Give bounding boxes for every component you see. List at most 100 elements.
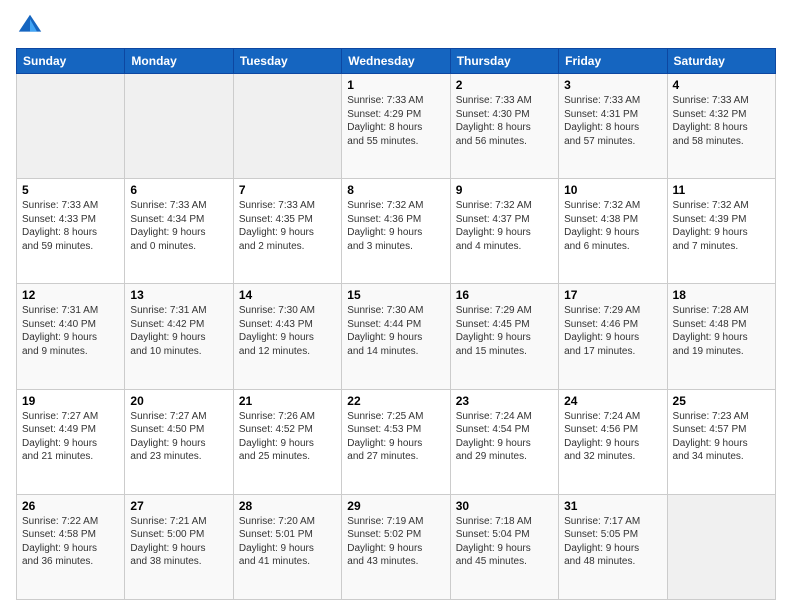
- day-info: Sunrise: 7:32 AM Sunset: 4:36 PM Dayligh…: [347, 199, 444, 253]
- day-number: 13: [130, 288, 227, 302]
- day-number: 17: [564, 288, 661, 302]
- day-info: Sunrise: 7:24 AM Sunset: 4:54 PM Dayligh…: [456, 410, 553, 464]
- header-row: SundayMondayTuesdayWednesdayThursdayFrid…: [17, 49, 776, 74]
- day-cell: 12 Sunrise: 7:31 AM Sunset: 4:40 PM Dayli…: [17, 284, 125, 389]
- calendar-header: SundayMondayTuesdayWednesdayThursdayFrid…: [17, 49, 776, 74]
- day-cell: 24 Sunrise: 7:24 AM Sunset: 4:56 PM Dayli…: [559, 389, 667, 494]
- day-number: 24: [564, 394, 661, 408]
- page: SundayMondayTuesdayWednesdayThursdayFrid…: [0, 0, 792, 612]
- day-info: Sunrise: 7:24 AM Sunset: 4:56 PM Dayligh…: [564, 410, 661, 464]
- day-cell: 8 Sunrise: 7:32 AM Sunset: 4:36 PM Daylig…: [342, 179, 450, 284]
- day-number: 22: [347, 394, 444, 408]
- day-cell: 26 Sunrise: 7:22 AM Sunset: 4:58 PM Dayli…: [17, 494, 125, 599]
- day-cell: 17 Sunrise: 7:29 AM Sunset: 4:46 PM Dayli…: [559, 284, 667, 389]
- day-number: 27: [130, 499, 227, 513]
- day-info: Sunrise: 7:19 AM Sunset: 5:02 PM Dayligh…: [347, 515, 444, 569]
- day-cell: 21Sunrise: 7:26 AM Sunset: 4:52 PM Dayli…: [233, 389, 341, 494]
- day-info: Sunrise: 7:23 AM Sunset: 4:57 PM Dayligh…: [673, 410, 770, 464]
- day-number: 12: [22, 288, 119, 302]
- day-number: 31: [564, 499, 661, 513]
- day-info: Sunrise: 7:32 AM Sunset: 4:39 PM Dayligh…: [673, 199, 770, 253]
- day-cell: 2 Sunrise: 7:33 AM Sunset: 4:30 PM Daylig…: [450, 74, 558, 179]
- day-cell: 16 Sunrise: 7:29 AM Sunset: 4:45 PM Dayli…: [450, 284, 558, 389]
- day-number: 11: [673, 183, 770, 197]
- header-cell-tuesday: Tuesday: [233, 49, 341, 74]
- header-cell-sunday: Sunday: [17, 49, 125, 74]
- day-info: Sunrise: 7:20 AM Sunset: 5:01 PM Dayligh…: [239, 515, 336, 569]
- day-number: 3: [564, 78, 661, 92]
- day-cell: 7Sunrise: 7:33 AM Sunset: 4:35 PM Daylig…: [233, 179, 341, 284]
- day-cell: 27 Sunrise: 7:21 AM Sunset: 5:00 PM Dayli…: [125, 494, 233, 599]
- header: [16, 12, 776, 40]
- day-cell: [125, 74, 233, 179]
- logo-icon: [16, 12, 44, 40]
- day-cell: 9Sunrise: 7:32 AM Sunset: 4:37 PM Daylig…: [450, 179, 558, 284]
- day-info: Sunrise: 7:33 AM Sunset: 4:30 PM Dayligh…: [456, 94, 553, 148]
- day-number: 7: [239, 183, 336, 197]
- day-cell: 23 Sunrise: 7:24 AM Sunset: 4:54 PM Dayli…: [450, 389, 558, 494]
- day-info: Sunrise: 7:33 AM Sunset: 4:34 PM Dayligh…: [130, 199, 227, 253]
- header-cell-saturday: Saturday: [667, 49, 775, 74]
- day-cell: [233, 74, 341, 179]
- day-info: Sunrise: 7:32 AM Sunset: 4:38 PM Dayligh…: [564, 199, 661, 253]
- day-info: Sunrise: 7:28 AM Sunset: 4:48 PM Dayligh…: [673, 304, 770, 358]
- day-number: 15: [347, 288, 444, 302]
- day-info: Sunrise: 7:18 AM Sunset: 5:04 PM Dayligh…: [456, 515, 553, 569]
- day-number: 2: [456, 78, 553, 92]
- day-cell: 22 Sunrise: 7:25 AM Sunset: 4:53 PM Dayli…: [342, 389, 450, 494]
- week-row-0: 1Sunrise: 7:33 AM Sunset: 4:29 PM Daylig…: [17, 74, 776, 179]
- day-info: Sunrise: 7:26 AM Sunset: 4:52 PM Dayligh…: [239, 410, 336, 464]
- day-cell: 28Sunrise: 7:20 AM Sunset: 5:01 PM Dayli…: [233, 494, 341, 599]
- day-number: 6: [130, 183, 227, 197]
- day-number: 20: [130, 394, 227, 408]
- day-info: Sunrise: 7:21 AM Sunset: 5:00 PM Dayligh…: [130, 515, 227, 569]
- logo: [16, 12, 48, 40]
- day-number: 18: [673, 288, 770, 302]
- day-info: Sunrise: 7:29 AM Sunset: 4:46 PM Dayligh…: [564, 304, 661, 358]
- day-info: Sunrise: 7:22 AM Sunset: 4:58 PM Dayligh…: [22, 515, 119, 569]
- calendar-body: 1Sunrise: 7:33 AM Sunset: 4:29 PM Daylig…: [17, 74, 776, 600]
- day-number: 1: [347, 78, 444, 92]
- day-cell: 25 Sunrise: 7:23 AM Sunset: 4:57 PM Dayli…: [667, 389, 775, 494]
- day-number: 8: [347, 183, 444, 197]
- day-info: Sunrise: 7:31 AM Sunset: 4:42 PM Dayligh…: [130, 304, 227, 358]
- day-info: Sunrise: 7:25 AM Sunset: 4:53 PM Dayligh…: [347, 410, 444, 464]
- day-number: 10: [564, 183, 661, 197]
- day-cell: [667, 494, 775, 599]
- day-cell: 13 Sunrise: 7:31 AM Sunset: 4:42 PM Dayli…: [125, 284, 233, 389]
- day-cell: 11 Sunrise: 7:32 AM Sunset: 4:39 PM Dayli…: [667, 179, 775, 284]
- header-cell-monday: Monday: [125, 49, 233, 74]
- day-number: 26: [22, 499, 119, 513]
- day-cell: [17, 74, 125, 179]
- day-info: Sunrise: 7:29 AM Sunset: 4:45 PM Dayligh…: [456, 304, 553, 358]
- day-cell: 19Sunrise: 7:27 AM Sunset: 4:49 PM Dayli…: [17, 389, 125, 494]
- day-cell: 3 Sunrise: 7:33 AM Sunset: 4:31 PM Daylig…: [559, 74, 667, 179]
- week-row-3: 19Sunrise: 7:27 AM Sunset: 4:49 PM Dayli…: [17, 389, 776, 494]
- day-number: 14: [239, 288, 336, 302]
- day-info: Sunrise: 7:30 AM Sunset: 4:44 PM Dayligh…: [347, 304, 444, 358]
- day-info: Sunrise: 7:30 AM Sunset: 4:43 PM Dayligh…: [239, 304, 336, 358]
- day-info: Sunrise: 7:27 AM Sunset: 4:50 PM Dayligh…: [130, 410, 227, 464]
- day-cell: 4Sunrise: 7:33 AM Sunset: 4:32 PM Daylig…: [667, 74, 775, 179]
- day-number: 5: [22, 183, 119, 197]
- day-cell: 1Sunrise: 7:33 AM Sunset: 4:29 PM Daylig…: [342, 74, 450, 179]
- day-info: Sunrise: 7:33 AM Sunset: 4:31 PM Dayligh…: [564, 94, 661, 148]
- day-info: Sunrise: 7:33 AM Sunset: 4:33 PM Dayligh…: [22, 199, 119, 253]
- header-cell-thursday: Thursday: [450, 49, 558, 74]
- day-number: 29: [347, 499, 444, 513]
- week-row-4: 26 Sunrise: 7:22 AM Sunset: 4:58 PM Dayli…: [17, 494, 776, 599]
- day-number: 23: [456, 394, 553, 408]
- day-info: Sunrise: 7:33 AM Sunset: 4:32 PM Dayligh…: [673, 94, 770, 148]
- week-row-1: 5 Sunrise: 7:33 AM Sunset: 4:33 PM Daylig…: [17, 179, 776, 284]
- day-number: 30: [456, 499, 553, 513]
- day-cell: 20 Sunrise: 7:27 AM Sunset: 4:50 PM Dayli…: [125, 389, 233, 494]
- day-cell: 5 Sunrise: 7:33 AM Sunset: 4:33 PM Daylig…: [17, 179, 125, 284]
- day-cell: 14 Sunrise: 7:30 AM Sunset: 4:43 PM Dayli…: [233, 284, 341, 389]
- day-info: Sunrise: 7:32 AM Sunset: 4:37 PM Dayligh…: [456, 199, 553, 253]
- day-cell: 15 Sunrise: 7:30 AM Sunset: 4:44 PM Dayli…: [342, 284, 450, 389]
- day-cell: 10 Sunrise: 7:32 AM Sunset: 4:38 PM Dayli…: [559, 179, 667, 284]
- day-number: 25: [673, 394, 770, 408]
- day-number: 16: [456, 288, 553, 302]
- day-cell: 30 Sunrise: 7:18 AM Sunset: 5:04 PM Dayli…: [450, 494, 558, 599]
- day-info: Sunrise: 7:31 AM Sunset: 4:40 PM Dayligh…: [22, 304, 119, 358]
